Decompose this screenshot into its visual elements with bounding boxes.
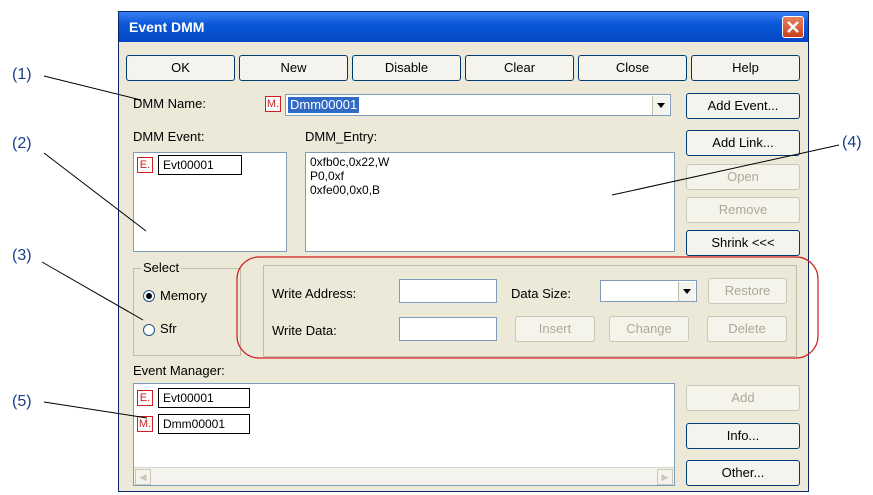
callout-2: (2) (12, 135, 32, 152)
add-link-button[interactable]: Add Link... (686, 130, 800, 156)
write-address-input[interactable] (399, 279, 497, 303)
scroll-right-icon[interactable]: ▶ (657, 469, 673, 485)
change-button[interactable]: Change (609, 316, 689, 342)
write-address-label: Write Address: (272, 286, 357, 301)
write-data-label: Write Data: (272, 323, 337, 338)
close-button[interactable]: Close (578, 55, 687, 81)
add-event-button[interactable]: Add Event... (686, 93, 800, 119)
sfr-label[interactable]: Sfr (160, 321, 177, 336)
info-button[interactable]: Info... (686, 423, 800, 449)
dmm-marker-icon: M. (265, 96, 281, 112)
new-button[interactable]: New (239, 55, 348, 81)
event-marker-icon: E. (137, 157, 153, 173)
dmm-marker-icon: M. (137, 416, 153, 432)
callout-1: (1) (12, 66, 32, 83)
clear-button[interactable]: Clear (465, 55, 574, 81)
dmm-event-item[interactable]: Evt00001 (158, 155, 242, 175)
entry-line[interactable]: 0xfe00,0x0,B (310, 183, 380, 197)
event-manager-item[interactable]: Evt00001 (158, 388, 250, 408)
shrink-button[interactable]: Shrink <<< (686, 230, 800, 256)
dmm-name-label: DMM Name: (133, 96, 206, 111)
disable-button[interactable]: Disable (352, 55, 461, 81)
delete-button[interactable]: Delete (707, 316, 787, 342)
data-size-label: Data Size: (511, 286, 571, 301)
help-button[interactable]: Help (691, 55, 800, 81)
event-manager-item[interactable]: Dmm00001 (158, 414, 250, 434)
chevron-down-icon[interactable] (652, 96, 669, 115)
sfr-radio[interactable] (143, 324, 155, 336)
remove-button[interactable]: Remove (686, 197, 800, 223)
add-button[interactable]: Add (686, 385, 800, 411)
window-title: Event DMM (129, 19, 205, 35)
event-marker-icon: E. (137, 390, 153, 406)
event-dmm-window: Event DMM OK New Disable Clear Close Hel… (118, 11, 809, 492)
dmm-entry-label: DMM_Entry: (305, 129, 378, 144)
memory-radio[interactable] (143, 290, 155, 302)
open-button[interactable]: Open (686, 164, 800, 190)
callout-4: (4) (842, 134, 862, 151)
event-manager-list[interactable]: E. Evt00001 M. Dmm00001 ◀ ▶ (133, 383, 675, 486)
dmm-event-list[interactable]: E. Evt00001 (133, 152, 287, 252)
horizontal-scrollbar[interactable]: ◀ ▶ (134, 467, 674, 485)
close-icon[interactable] (782, 16, 804, 38)
insert-button[interactable]: Insert (515, 316, 595, 342)
event-manager-label: Event Manager: (133, 363, 225, 378)
chevron-down-icon[interactable] (678, 282, 695, 301)
select-group-label: Select (141, 260, 182, 275)
other-button[interactable]: Other... (686, 460, 800, 486)
dmm-name-value: Dmm00001 (288, 97, 360, 113)
memory-label[interactable]: Memory (160, 288, 207, 303)
title-bar[interactable]: Event DMM (119, 12, 808, 42)
ok-button[interactable]: OK (126, 55, 235, 81)
scroll-left-icon[interactable]: ◀ (135, 469, 151, 485)
dmm-entry-list[interactable]: 0xfb0c,0x22,W P0,0xf 0xfe00,0x0,B (305, 152, 675, 252)
data-size-combo[interactable] (600, 280, 697, 302)
callout-5: (5) (12, 393, 32, 410)
entry-line[interactable]: P0,0xf (310, 169, 344, 183)
write-data-input[interactable] (399, 317, 497, 341)
dmm-event-label: DMM Event: (133, 129, 205, 144)
select-group (133, 268, 241, 356)
dmm-name-combo[interactable]: Dmm00001 (285, 94, 671, 116)
restore-button[interactable]: Restore (708, 278, 787, 304)
entry-line[interactable]: 0xfb0c,0x22,W (310, 155, 389, 169)
callout-3: (3) (12, 247, 32, 264)
